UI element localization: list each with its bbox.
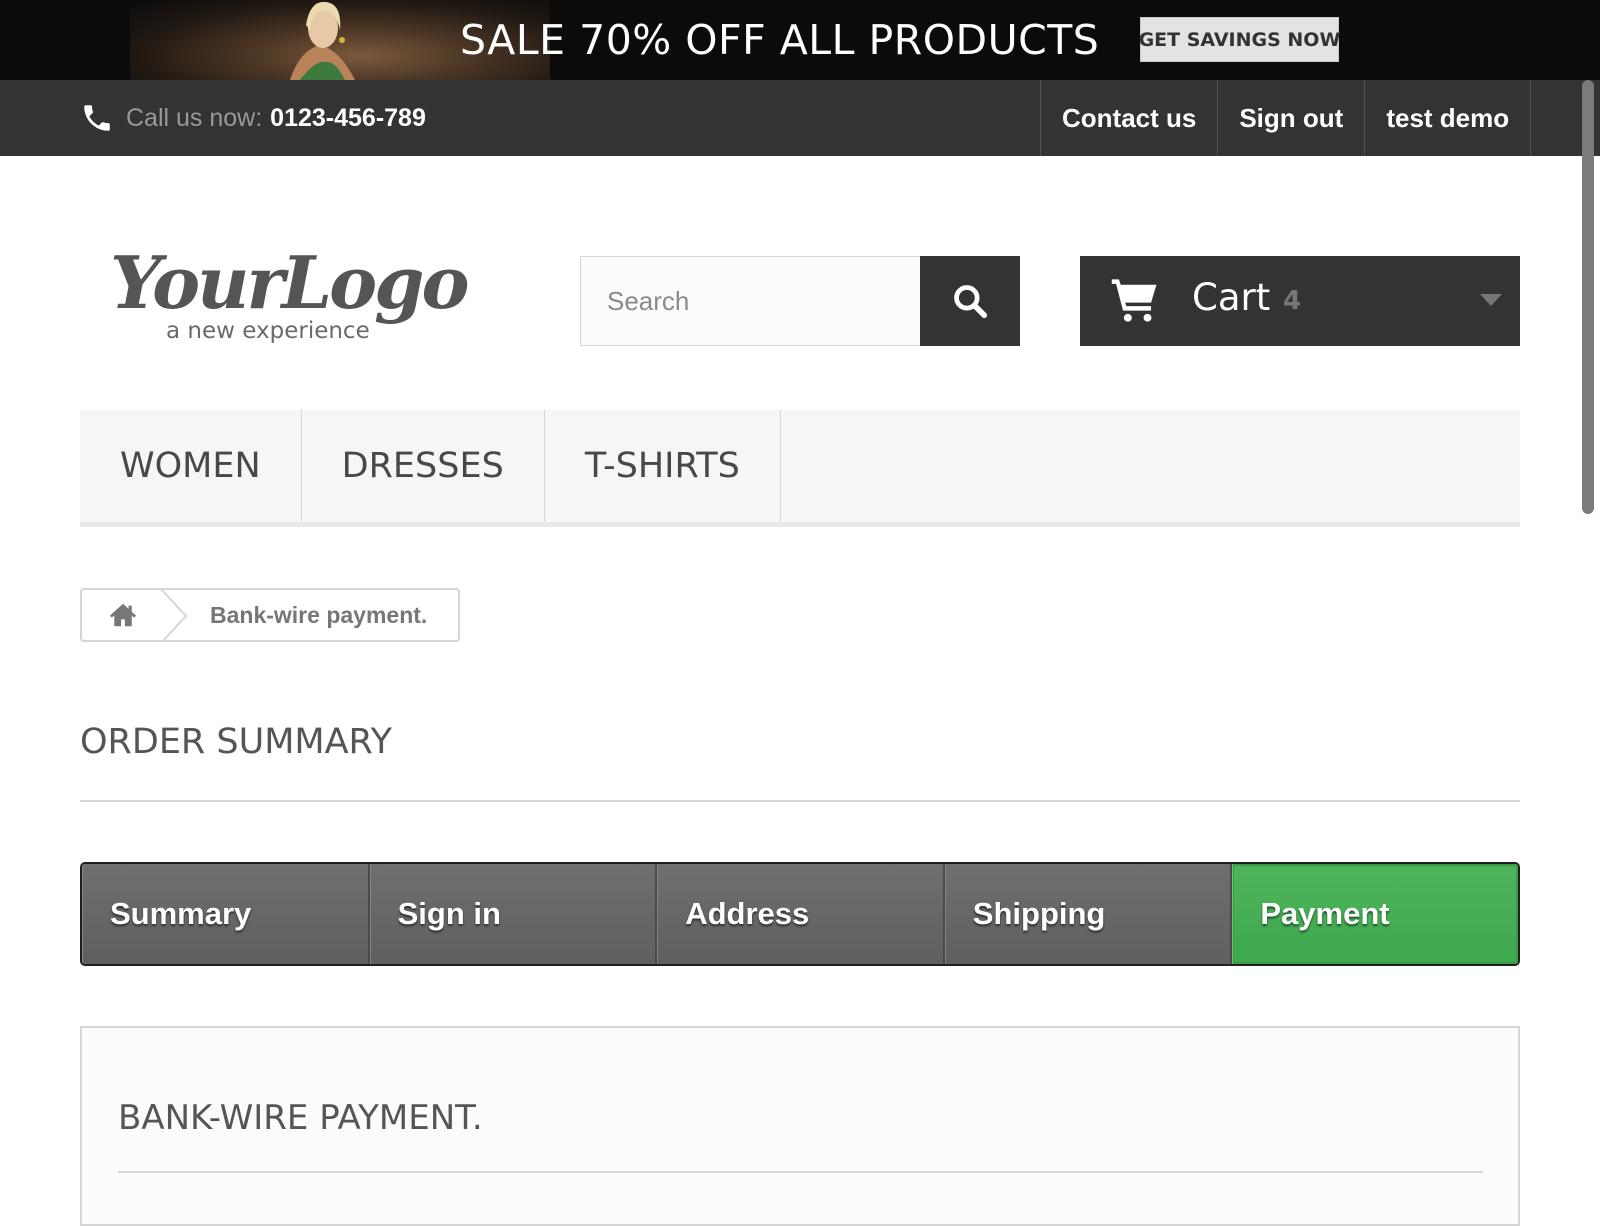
step-summary[interactable]: Summary (82, 864, 370, 964)
page-scrollbar[interactable] (1582, 80, 1594, 1200)
breadcrumb-separator (160, 590, 188, 640)
payment-box: BANK-WIRE PAYMENT. (80, 1026, 1520, 1226)
checkout-steps: Summary Sign in Address Shipping Payment (80, 862, 1520, 966)
cart-count: 4 (1283, 286, 1302, 316)
store-logo[interactable]: YourLogo a new experience (110, 240, 470, 350)
sign-out-link[interactable]: Sign out (1217, 80, 1364, 156)
menu-item-t-shirts[interactable]: T-SHIRTS (545, 410, 781, 522)
menu-item-dresses[interactable]: DRESSES (302, 410, 545, 522)
search-button[interactable] (920, 256, 1020, 346)
phone-number: 0123-456-789 (270, 103, 426, 132)
phone-label: Call us now: (126, 103, 263, 132)
logo-tagline: a new experience (166, 318, 370, 344)
account-links: Contact us Sign out test demo (1040, 80, 1532, 156)
account-name-link[interactable]: test demo (1364, 80, 1532, 156)
logo-wordmark: YourLogo (110, 240, 469, 325)
payment-box-divider (118, 1171, 1483, 1173)
chevron-down-icon[interactable] (1480, 294, 1502, 306)
contact-us-link[interactable]: Contact us (1040, 80, 1217, 156)
step-sign-in[interactable]: Sign in (369, 864, 658, 964)
step-payment: Payment (1232, 864, 1518, 964)
top-nav-bar: Call us now: 0123-456-789 Contact us Sig… (0, 80, 1600, 156)
breadcrumb: Bank-wire payment. (80, 588, 460, 642)
scrollbar-thumb[interactable] (1582, 80, 1594, 514)
menu-item-women[interactable]: WOMEN (80, 410, 302, 522)
phone-icon (84, 105, 110, 131)
call-us-info: Call us now: 0123-456-789 (80, 92, 426, 144)
step-address[interactable]: Address (657, 864, 945, 964)
cart-label: Cart (1192, 276, 1271, 319)
page-title: ORDER SUMMARY (80, 722, 393, 762)
cart-button[interactable]: Cart 4 (1080, 256, 1520, 346)
promo-model-image (290, 1, 355, 80)
cart-icon (1111, 279, 1157, 322)
title-divider (80, 800, 1520, 802)
step-shipping[interactable]: Shipping (944, 864, 1233, 964)
breadcrumb-current: Bank-wire payment. (210, 602, 428, 628)
main-menu: WOMEN DRESSES T-SHIRTS (80, 410, 1520, 527)
search-input[interactable] (580, 256, 921, 346)
get-savings-button[interactable]: GET SAVINGS NOW (1139, 17, 1340, 62)
home-icon[interactable] (108, 600, 138, 630)
promo-headline: SALE 70% OFF ALL PRODUCTS (460, 16, 1100, 64)
search-icon (954, 285, 988, 319)
payment-box-heading: BANK-WIRE PAYMENT. (118, 1098, 483, 1138)
promo-banner[interactable]: SALE 70% OFF ALL PRODUCTS GET SAVINGS NO… (0, 0, 1600, 80)
